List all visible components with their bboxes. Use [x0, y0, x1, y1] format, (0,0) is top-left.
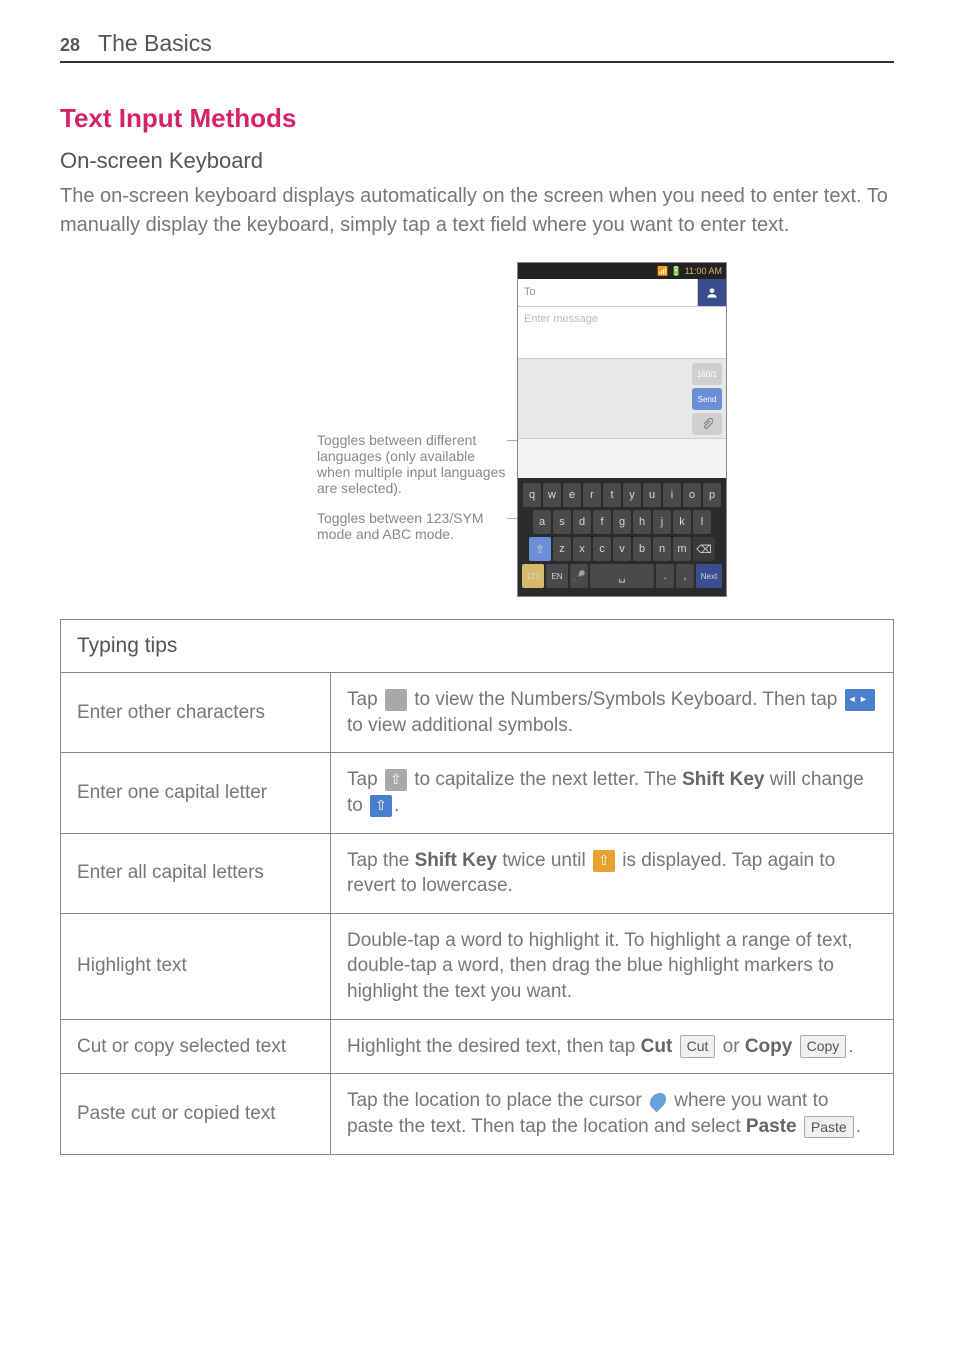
letter-key[interactable]: o: [683, 483, 701, 507]
letter-key[interactable]: w: [543, 483, 561, 507]
sym-key[interactable]: 123: [522, 564, 544, 588]
cursor-icon: [647, 1090, 670, 1113]
letter-key[interactable]: l: [693, 510, 711, 534]
shift-key[interactable]: ⇧: [529, 537, 551, 561]
sym-icon: [385, 689, 407, 711]
period-key[interactable]: .: [656, 564, 674, 588]
onscreen-keyboard: qwertyuiop asdfghjkl ⇧ zxcvbnm ⌫ 123 EN …: [518, 478, 726, 596]
figure-annotations: Toggles between different languages (onl…: [227, 304, 507, 556]
backspace-key[interactable]: ⌫: [693, 537, 715, 561]
typing-tips-table: Typing tips Enter other characters Tap t…: [60, 619, 894, 1155]
letter-key[interactable]: s: [553, 510, 571, 534]
page-number: 28: [60, 35, 80, 56]
letter-key[interactable]: n: [653, 537, 671, 561]
paste-button-label: Paste: [804, 1116, 854, 1139]
table-row: Cut or copy selected text Highlight the …: [61, 1019, 894, 1074]
letter-key[interactable]: m: [673, 537, 691, 561]
letter-key[interactable]: a: [533, 510, 551, 534]
letter-key[interactable]: e: [563, 483, 581, 507]
tip-label: Enter other characters: [61, 673, 331, 753]
tip-label: Highlight text: [61, 913, 331, 1019]
status-time: 11:00 AM: [685, 266, 722, 276]
annotation-text: Toggles between 123/SYM mode and ABC mod…: [317, 510, 484, 542]
status-icons: 📶 🔋: [657, 266, 684, 276]
to-field[interactable]: To: [518, 279, 698, 306]
language-key[interactable]: EN: [546, 564, 568, 588]
letter-key[interactable]: f: [593, 510, 611, 534]
copy-button-label: Copy: [800, 1035, 847, 1058]
intro-paragraph: The on-screen keyboard displays automati…: [60, 182, 894, 240]
annotation-language-toggle: Toggles between different languages (onl…: [317, 432, 507, 496]
enter-key[interactable]: Next: [696, 564, 722, 588]
shift-blue-icon: [370, 795, 392, 817]
send-button[interactable]: Send: [692, 388, 722, 410]
tip-label: Enter all capital letters: [61, 833, 331, 913]
heading-text-input-methods: Text Input Methods: [60, 103, 894, 134]
letter-key[interactable]: i: [663, 483, 681, 507]
shift-orange-icon: [593, 850, 615, 872]
letter-key[interactable]: d: [573, 510, 591, 534]
letter-key[interactable]: t: [603, 483, 621, 507]
compose-area: 160/1 Send: [518, 359, 726, 439]
annotation-sym-toggle: Toggles between 123/SYM mode and ABC mod…: [317, 510, 507, 542]
tip-label: Paste cut or copied text: [61, 1074, 331, 1154]
tip-content: Tap to view the Numbers/Symbols Keyboard…: [331, 673, 894, 753]
table-row: Enter all capital letters Tap the Shift …: [61, 833, 894, 913]
status-bar: 📶 🔋 11:00 AM: [518, 263, 726, 279]
tip-content: Tap the Shift Key twice until is display…: [331, 833, 894, 913]
message-input[interactable]: Enter message: [518, 307, 726, 359]
char-count: 160/1: [692, 363, 722, 385]
comma-key[interactable]: ,: [676, 564, 694, 588]
mic-key[interactable]: 🎤: [570, 564, 588, 588]
letter-key[interactable]: y: [623, 483, 641, 507]
tip-content: Tap the location to place the cursor whe…: [331, 1074, 894, 1154]
tip-label: Enter one capital letter: [61, 753, 331, 833]
subheading-onscreen-keyboard: On-screen Keyboard: [60, 148, 894, 174]
tip-content: Double-tap a word to highlight it. To hi…: [331, 913, 894, 1019]
attach-button[interactable]: [692, 413, 722, 435]
letter-key[interactable]: z: [553, 537, 571, 561]
letter-key[interactable]: j: [653, 510, 671, 534]
table-row: Paste cut or copied text Tap the locatio…: [61, 1074, 894, 1154]
letter-key[interactable]: c: [593, 537, 611, 561]
letter-key[interactable]: r: [583, 483, 601, 507]
contact-picker-button[interactable]: [698, 279, 726, 306]
keyboard-figure: Toggles between different languages (onl…: [60, 262, 894, 597]
cut-button-label: Cut: [680, 1035, 716, 1058]
letter-key[interactable]: g: [613, 510, 631, 534]
section-title: The Basics: [98, 30, 212, 57]
page-header: 28 The Basics: [60, 30, 894, 63]
letter-key[interactable]: k: [673, 510, 691, 534]
letter-key[interactable]: b: [633, 537, 651, 561]
space-key[interactable]: ␣: [590, 564, 654, 588]
letter-key[interactable]: x: [573, 537, 591, 561]
tip-content: Highlight the desired text, then tap Cut…: [331, 1019, 894, 1074]
phone-screenshot: 📶 🔋 11:00 AM To Enter message 160/1 Send…: [517, 262, 727, 597]
shift-icon: [385, 769, 407, 791]
table-row: Enter one capital letter Tap to capitali…: [61, 753, 894, 833]
to-row: To: [518, 279, 726, 307]
arrows-icon: [845, 689, 875, 711]
letter-key[interactable]: u: [643, 483, 661, 507]
tip-content: Tap to capitalize the next letter. The S…: [331, 753, 894, 833]
letter-key[interactable]: v: [613, 537, 631, 561]
tip-label: Cut or copy selected text: [61, 1019, 331, 1074]
table-row: Highlight text Double-tap a word to high…: [61, 913, 894, 1019]
annotation-text: Toggles between different languages (onl…: [317, 432, 505, 496]
table-header: Typing tips: [61, 620, 894, 673]
table-row: Enter other characters Tap to view the N…: [61, 673, 894, 753]
letter-key[interactable]: p: [703, 483, 721, 507]
letter-key[interactable]: q: [523, 483, 541, 507]
letter-key[interactable]: h: [633, 510, 651, 534]
